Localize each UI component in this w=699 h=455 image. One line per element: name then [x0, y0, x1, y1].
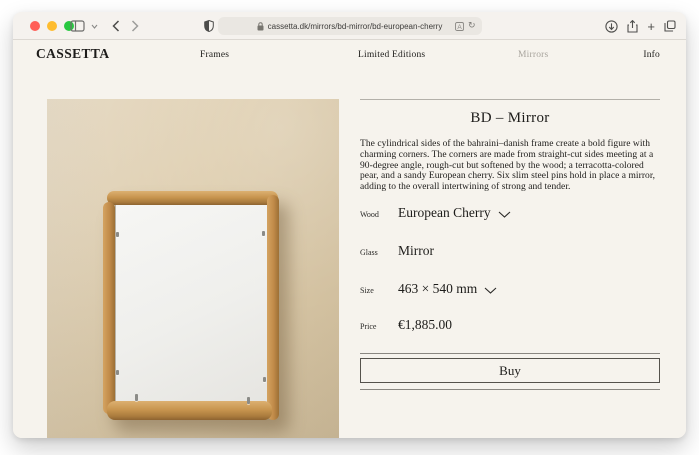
buy-button[interactable]: Buy	[360, 358, 660, 383]
translate-icon[interactable]: A	[455, 22, 464, 31]
window-controls	[30, 21, 74, 31]
buy-section: Buy	[360, 353, 660, 390]
option-label: Wood	[360, 210, 379, 219]
webpage: CASSETTA Frames Limited Editions Mirrors…	[13, 40, 686, 438]
nav-link-info[interactable]: Info	[643, 50, 660, 60]
product-info-panel: BD – Mirror The cylindrical sides of the…	[360, 99, 660, 438]
steel-pin	[135, 394, 138, 401]
chevron-down-icon	[498, 211, 511, 218]
frame-rod-right	[267, 195, 279, 420]
site-logo[interactable]: CASSETTA	[36, 46, 109, 62]
share-icon[interactable]	[627, 20, 638, 33]
product-description: The cylindrical sides of the bahraini–da…	[360, 139, 660, 193]
tab-overview-icon[interactable]	[664, 20, 676, 32]
lock-icon	[257, 22, 264, 31]
reload-icon[interactable]: ↻	[468, 22, 476, 31]
address-bar[interactable]: cassetta.dk/mirrors/bd-mirror/bd-europea…	[218, 17, 482, 35]
steel-pin	[263, 377, 266, 382]
option-row-size: Size 463 × 540 mm	[360, 281, 660, 301]
product-photo	[47, 99, 339, 438]
option-row-price: Price €1,885.00	[360, 317, 660, 337]
nav-link-frames[interactable]: Frames	[200, 50, 229, 60]
steel-pin	[247, 397, 250, 404]
minimize-window-button[interactable]	[47, 21, 57, 31]
frame-rod-top	[107, 191, 278, 205]
back-icon[interactable]	[112, 20, 120, 32]
browser-toolbar: cassetta.dk/mirrors/bd-mirror/bd-europea…	[13, 12, 686, 40]
site-header: CASSETTA Frames Limited Editions Mirrors…	[13, 40, 686, 71]
option-row-glass: Glass Mirror	[360, 243, 660, 263]
size-value: 463 × 540 mm	[398, 281, 477, 297]
new-tab-icon[interactable]: +	[647, 20, 655, 33]
downloads-icon[interactable]	[605, 20, 618, 33]
price-value: €1,885.00	[398, 317, 452, 333]
steel-pin	[116, 370, 119, 375]
product-title: BD – Mirror	[360, 110, 660, 127]
option-row-wood: Wood European Cherry	[360, 205, 660, 225]
privacy-shield-icon[interactable]	[204, 20, 214, 32]
sidebar-chevron-down-icon[interactable]	[91, 24, 98, 29]
size-select[interactable]: 463 × 540 mm	[398, 281, 497, 297]
chevron-down-icon	[484, 287, 497, 294]
browser-window: cassetta.dk/mirrors/bd-mirror/bd-europea…	[13, 12, 686, 438]
glass-value: Mirror	[398, 243, 434, 259]
forward-icon[interactable]	[131, 20, 139, 32]
svg-text:A: A	[457, 23, 462, 30]
url-text: cassetta.dk/mirrors/bd-mirror/bd-europea…	[268, 22, 443, 31]
steel-pin	[262, 231, 265, 236]
option-label: Size	[360, 286, 374, 295]
option-label: Price	[360, 322, 376, 331]
steel-pin	[116, 232, 119, 237]
option-label: Glass	[360, 248, 378, 257]
frame-rod-left	[103, 202, 115, 414]
sidebar-icon[interactable]	[70, 20, 85, 32]
mirror-frame-graphic	[103, 191, 279, 420]
nav-link-limited-editions[interactable]: Limited Editions	[358, 50, 425, 60]
wood-select[interactable]: European Cherry	[398, 205, 511, 221]
wood-value: European Cherry	[398, 205, 491, 221]
nav-link-mirrors[interactable]: Mirrors	[518, 50, 548, 60]
mirror-glass	[115, 205, 267, 402]
close-window-button[interactable]	[30, 21, 40, 31]
